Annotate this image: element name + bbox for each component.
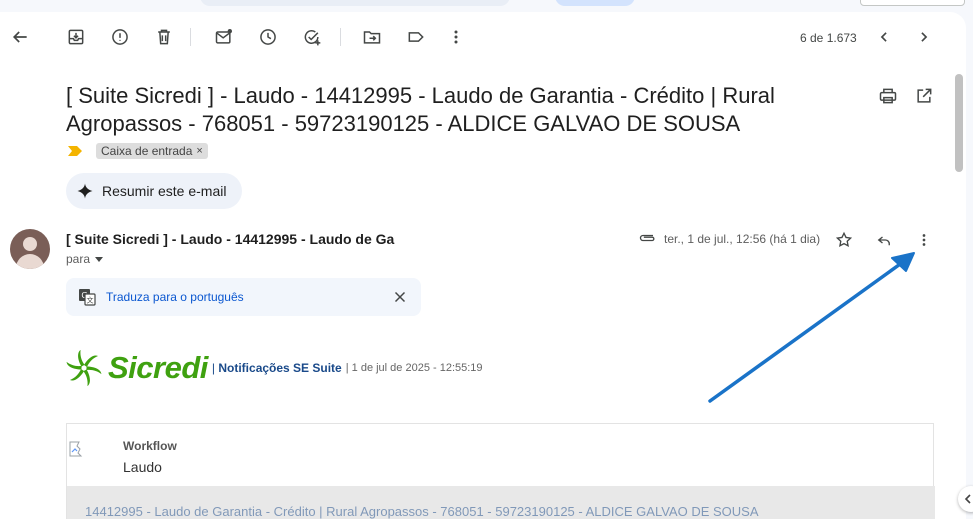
filter-chip-edge[interactable] (555, 0, 635, 6)
workflow-title: Workflow (123, 439, 177, 453)
email-subject: [ Suite Sicredi ] - Laudo - 14412995 - L… (66, 83, 775, 136)
message-toolbar: 6 de 1.673 (0, 12, 966, 62)
snooze-icon[interactable] (256, 25, 280, 49)
more-icon[interactable] (444, 25, 468, 49)
message-panel: 6 de 1.673 [ Suite Sicredi ] - Laudo - 1… (0, 12, 966, 519)
back-icon[interactable] (8, 25, 32, 49)
importance-marker-icon[interactable] (68, 146, 82, 156)
reply-icon[interactable] (872, 228, 896, 252)
newer-icon[interactable] (912, 25, 936, 49)
to-label: para (66, 252, 91, 266)
broken-image-icon (69, 441, 83, 457)
sicredi-header: Sicredi | Notificações SE Suite | 1 de j… (66, 348, 483, 388)
remove-label-icon[interactable]: × (196, 145, 202, 157)
message-date: ter., 1 de jul., 12:56 (há 1 dia) (664, 232, 821, 246)
sicredi-brand: Sicredi (108, 350, 208, 385)
workflow-card: Workflow Laudo 14412995 - Laudo de Garan… (66, 423, 935, 519)
top-strip (0, 0, 973, 12)
notification-title-text: Notificações SE Suite (218, 361, 342, 375)
sender-name[interactable]: [ Suite Sicredi ] - Laudo - 14412995 - L… (66, 231, 394, 247)
close-icon[interactable] (391, 288, 409, 306)
archive-icon[interactable] (64, 25, 88, 49)
toolbar-divider (340, 28, 341, 46)
sparkle-icon (77, 183, 93, 199)
notification-title[interactable]: | Notificações SE Suite (212, 361, 342, 375)
workflow-subtitle: Laudo (123, 459, 162, 475)
report-spam-icon[interactable] (108, 25, 132, 49)
attachment-icon (639, 234, 655, 242)
move-to-icon[interactable] (360, 25, 384, 49)
search-bar-edge[interactable] (200, 0, 510, 6)
star-icon[interactable] (832, 228, 856, 252)
message-more-icon[interactable] (912, 228, 936, 252)
account-chip-edge[interactable] (860, 0, 965, 6)
recipients-toggle[interactable]: para (66, 252, 104, 266)
inbox-label-chip: Caixa de entrada × (96, 143, 208, 159)
pager-count: 6 de 1.673 (800, 31, 857, 45)
chevron-down-icon (95, 257, 104, 262)
mark-unread-icon[interactable] (212, 25, 236, 49)
add-task-icon[interactable] (300, 25, 324, 49)
older-icon[interactable] (872, 25, 896, 49)
open-new-window-icon[interactable] (912, 84, 936, 108)
translate-link[interactable]: Traduza para o português (106, 290, 244, 304)
label-icon[interactable] (404, 25, 428, 49)
toolbar-divider (190, 28, 191, 46)
inbox-label-text: Caixa de entrada (101, 144, 193, 158)
sicredi-logo-icon (66, 350, 102, 386)
workflow-band-text: 14412995 - Laudo de Garantia - Crédito |… (85, 504, 759, 519)
svg-text:文: 文 (87, 296, 94, 305)
scrollbar-thumb[interactable] (955, 74, 963, 172)
notification-separator: | (211, 361, 216, 375)
translate-icon: G 文 (79, 289, 96, 306)
summarize-label: Resumir este e-mail (102, 183, 227, 199)
notification-date: | 1 de jul de 2025 - 12:55:19 (345, 362, 483, 374)
summarize-button[interactable]: Resumir este e-mail (66, 173, 243, 209)
label-row: Caixa de entrada × (68, 143, 208, 159)
chevron-left-icon (964, 494, 971, 504)
print-icon[interactable] (876, 84, 900, 108)
avatar[interactable] (10, 229, 50, 269)
delete-icon[interactable] (152, 25, 176, 49)
translate-bar: G 文 Traduza para o português (66, 278, 421, 316)
